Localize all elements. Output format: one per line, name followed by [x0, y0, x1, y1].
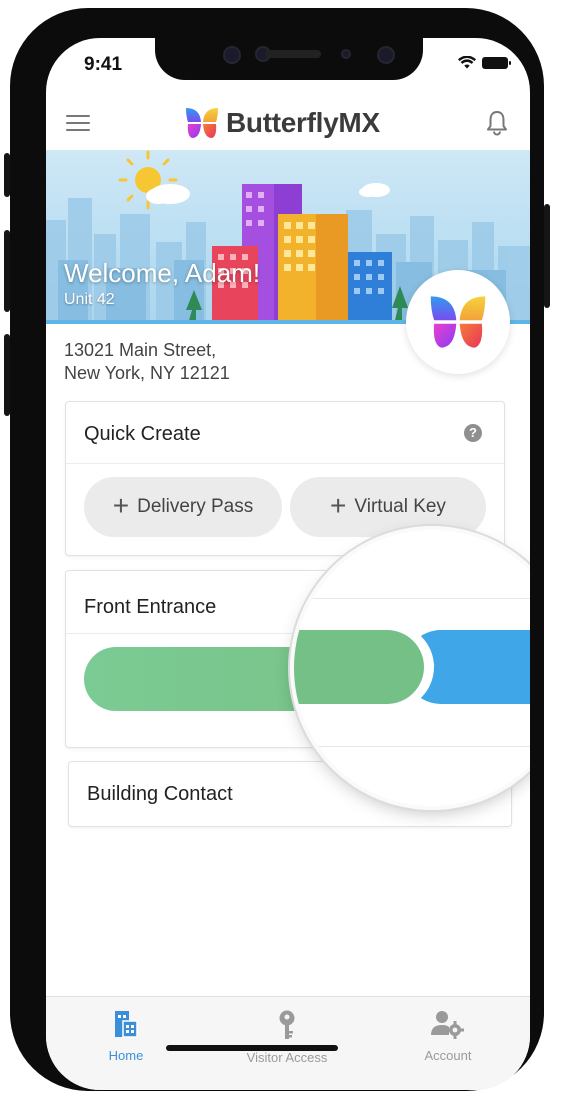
plus-icon: +	[330, 489, 347, 521]
quick-create-title: Quick Create	[84, 423, 201, 445]
nav-account[interactable]: Account	[383, 1009, 513, 1063]
volume-down-button	[4, 334, 10, 416]
camera-icon	[223, 46, 241, 64]
nav-account-label: Account	[424, 1048, 472, 1063]
chevron-right-icon	[428, 658, 435, 672]
magnified-slider-thumb	[294, 630, 424, 704]
status-icons	[458, 56, 511, 70]
menu-icon[interactable]	[66, 115, 90, 131]
help-icon[interactable]: ?	[464, 424, 482, 442]
address-line1: 13021 Main Street,	[64, 340, 217, 360]
speaker-grille	[265, 50, 321, 58]
magnified-divider	[294, 598, 530, 599]
welcome-text: Welcome, Adam!	[64, 258, 261, 288]
building-icon	[115, 1011, 138, 1038]
home-indicator[interactable]	[166, 1045, 338, 1051]
mute-switch	[4, 153, 10, 197]
brand: ButterflyMX	[184, 106, 380, 140]
key-icon	[279, 1010, 295, 1039]
power-button	[544, 204, 550, 308]
nav-visitor-access[interactable]: Visitor Access	[222, 1009, 352, 1065]
butterfly-logo-icon	[430, 296, 486, 348]
user-gear-icon	[431, 1011, 464, 1039]
delivery-pass-label: Delivery Pass	[137, 496, 254, 517]
nav-home[interactable]: Home	[61, 1009, 191, 1063]
status-time: 9:41	[84, 54, 123, 75]
notch	[155, 38, 423, 80]
magnified-card-edge	[294, 746, 530, 747]
address-line2: New York, NY 12121	[64, 363, 230, 383]
nav-visitor-access-label: Visitor Access	[246, 1050, 328, 1065]
battery-icon	[482, 57, 511, 69]
card-divider	[66, 463, 504, 464]
virtual-key-button[interactable]: + Virtual Key	[290, 477, 486, 537]
front-entrance-title: Front Entrance	[84, 596, 217, 618]
bottom-nav: Home Visitor Access Account	[46, 996, 530, 1090]
volume-up-button	[4, 230, 10, 312]
plus-icon: +	[112, 489, 130, 521]
bell-icon[interactable]	[486, 110, 508, 136]
logo-badge	[406, 270, 510, 374]
address: 13021 Main Street, New York, NY 12121	[64, 339, 230, 385]
app-header: ButterflyMX	[46, 98, 530, 150]
screen: 9:41 ButterflyMX Welcome, Adam! Unit 42 …	[46, 38, 530, 1090]
wifi-icon	[458, 56, 476, 69]
butterfly-logo-icon	[186, 108, 218, 138]
building-contact-title: Building Contact	[87, 783, 233, 805]
delivery-pass-button[interactable]: + Delivery Pass	[84, 477, 282, 537]
virtual-key-label: Virtual Key	[354, 496, 446, 517]
brand-name: ButterflyMX	[226, 107, 380, 138]
unit-text: Unit 42	[64, 291, 115, 308]
phone-frame: 9:41 ButterflyMX Welcome, Adam! Unit 42 …	[4, 8, 550, 1091]
proximity-sensor-icon	[341, 49, 351, 59]
front-camera-icon	[377, 46, 395, 64]
